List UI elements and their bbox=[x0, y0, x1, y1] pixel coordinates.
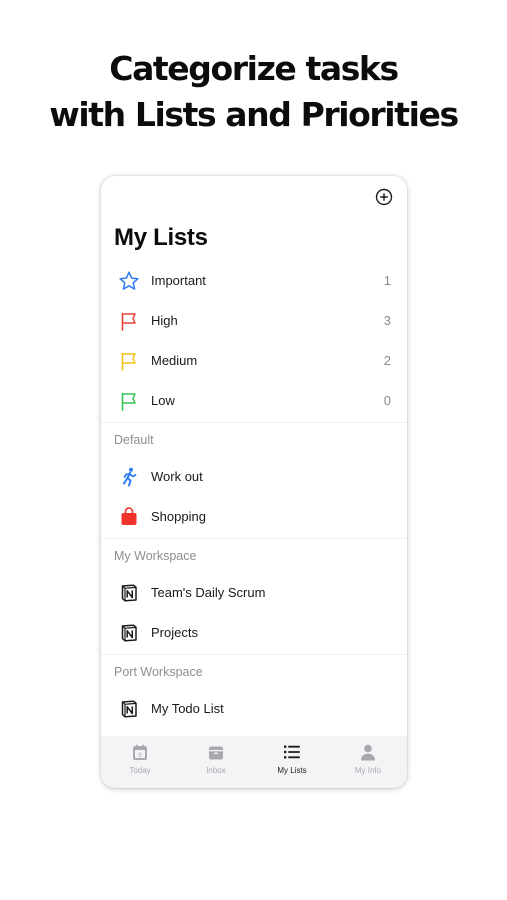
list-item-label: Work out bbox=[151, 469, 203, 484]
tab-label: Inbox bbox=[206, 766, 226, 775]
list-item-label: Shopping bbox=[151, 509, 206, 524]
list-item-label: Team's Daily Scrum bbox=[151, 585, 266, 600]
section-divider bbox=[101, 538, 407, 539]
flag-icon bbox=[121, 312, 136, 331]
notion-icon bbox=[121, 584, 137, 602]
list-icon bbox=[284, 745, 300, 759]
page-title: My Lists bbox=[114, 224, 208, 251]
tab-my-info[interactable]: My Info bbox=[330, 736, 406, 788]
list-item-my-todo-list[interactable]: My Todo List bbox=[101, 689, 407, 729]
list-item-label: Important bbox=[151, 273, 206, 288]
add-list-button[interactable] bbox=[373, 186, 395, 208]
tab-inbox[interactable]: Inbox bbox=[178, 736, 254, 788]
list-item-count: 1 bbox=[383, 273, 391, 288]
flag-icon bbox=[121, 392, 136, 411]
star-icon bbox=[119, 271, 139, 290]
list-item-low[interactable]: Low 0 bbox=[101, 381, 407, 421]
inbox-tray-icon bbox=[209, 746, 223, 760]
tab-today[interactable]: 9 Today bbox=[102, 736, 178, 788]
list-item-label: My Todo List bbox=[151, 701, 224, 716]
list-item-shopping[interactable]: Shopping bbox=[101, 497, 407, 537]
tab-bar: 9 Today Inbox My Lists My Info bbox=[101, 736, 407, 788]
person-icon bbox=[361, 744, 375, 761]
tab-label: My Info bbox=[354, 766, 382, 775]
notion-icon bbox=[121, 700, 137, 718]
section-header-port-workspace: Port Workspace bbox=[114, 665, 203, 679]
flag-icon bbox=[121, 352, 136, 371]
list-item-medium[interactable]: Medium 2 bbox=[101, 341, 407, 381]
list-item-label: Medium bbox=[151, 353, 198, 368]
tab-label: My Lists bbox=[277, 766, 307, 775]
tab-my-lists[interactable]: My Lists bbox=[254, 736, 330, 788]
running-person-icon bbox=[123, 467, 137, 487]
list-item-label: Projects bbox=[151, 625, 198, 640]
list-item-teams-daily-scrum[interactable]: Team's Daily Scrum bbox=[101, 573, 407, 613]
list-item-work-out[interactable]: Work out bbox=[101, 457, 407, 497]
notion-icon bbox=[121, 624, 137, 642]
phone-screen: My Lists Important 1 High 3 Medium 2 Low… bbox=[101, 176, 407, 788]
list-item-high[interactable]: High 3 bbox=[101, 301, 407, 341]
list-item-count: 0 bbox=[383, 393, 391, 408]
plus-circle-icon bbox=[375, 188, 393, 206]
list-item-label: Low bbox=[151, 393, 175, 408]
headline-line-2: with Lists and Priorities bbox=[49, 95, 459, 134]
calendar-icon: 9 bbox=[133, 744, 147, 760]
shopping-bag-icon bbox=[121, 507, 137, 525]
list-item-projects[interactable]: Projects bbox=[101, 613, 407, 653]
section-divider bbox=[101, 422, 407, 423]
headline-line-1: Categorize tasks bbox=[109, 49, 399, 88]
list-item-label: High bbox=[151, 313, 178, 328]
headline: Categorize tasks with Lists and Prioriti… bbox=[0, 46, 507, 138]
section-divider bbox=[101, 654, 407, 655]
section-header-my-workspace: My Workspace bbox=[114, 549, 197, 563]
section-header-default: Default bbox=[114, 433, 154, 447]
tab-label: Today bbox=[129, 766, 151, 775]
list-item-count: 2 bbox=[383, 353, 391, 368]
list-item-important[interactable]: Important 1 bbox=[101, 261, 407, 301]
list-item-count: 3 bbox=[383, 313, 391, 328]
